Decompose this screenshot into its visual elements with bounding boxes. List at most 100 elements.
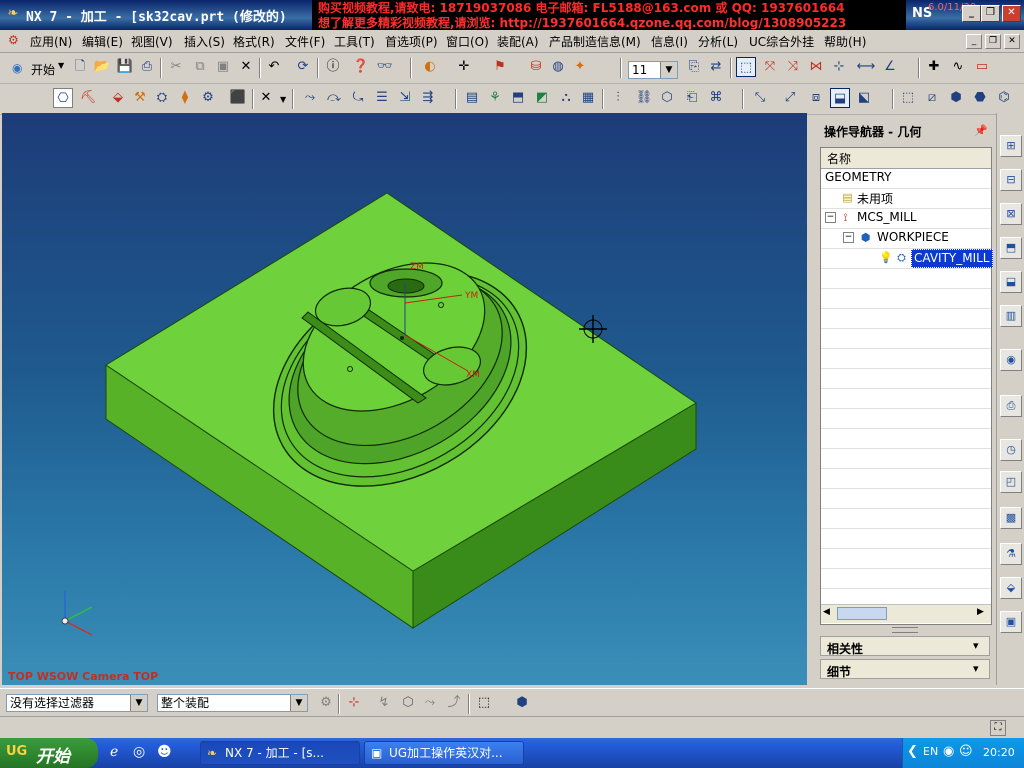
- navigator-tree[interactable]: 名称 GEOMETRY ▤ 未用项 − ⟟ MCS_MILL − ⬢ WORKP…: [820, 147, 993, 625]
- list-toolpath-icon[interactable]: ☰: [372, 88, 392, 108]
- fit-window-icon[interactable]: ⛶: [990, 720, 1006, 736]
- glasses-icon[interactable]: 👓: [375, 57, 395, 77]
- menu-information[interactable]: 信息(I): [651, 33, 688, 50]
- menu-view[interactable]: 视图(V): [131, 33, 173, 50]
- replay-toolpath-icon[interactable]: ⤼: [324, 88, 344, 108]
- selection-scope-select[interactable]: 整个装配 ▼: [157, 694, 308, 712]
- menu-app-icon[interactable]: ⚙: [8, 33, 19, 47]
- tree-row-unused[interactable]: ▤ 未用项: [821, 188, 991, 209]
- menu-help[interactable]: 帮助(H): [824, 33, 866, 50]
- print-icon[interactable]: ⎙: [137, 57, 157, 77]
- select-curve-icon[interactable]: ⤳: [420, 693, 440, 713]
- rectangle-select-icon[interactable]: ⬚: [474, 693, 494, 713]
- part-model[interactable]: ZM YM XM: [2, 113, 807, 685]
- visualization-icon[interactable]: ▩: [1000, 507, 1022, 529]
- start-button[interactable]: UG 开始: [0, 738, 98, 768]
- display-palette-icon[interactable]: ▣: [1000, 611, 1022, 633]
- work-layer-select[interactable]: 11 ▼: [628, 61, 678, 79]
- feeds-icon[interactable]: ⛬: [556, 88, 576, 108]
- constraint-navigator-icon[interactable]: ⊟: [1000, 169, 1022, 191]
- shop-doc-icon[interactable]: ▤: [462, 88, 482, 108]
- select-feature-icon[interactable]: ⊹: [344, 693, 364, 713]
- create-tool-icon[interactable]: ⛏: [78, 88, 98, 108]
- menu-uc-plugin[interactable]: UC综合外挂: [749, 33, 814, 50]
- spline-icon[interactable]: ∿: [948, 57, 968, 77]
- roles-icon[interactable]: ⚗: [1000, 543, 1022, 565]
- delete-icon[interactable]: ✕: [236, 57, 256, 77]
- wcs-icon[interactable]: ⚑: [490, 57, 510, 77]
- menu-assembly[interactable]: 装配(A): [497, 33, 539, 50]
- collapse-toggle-icon[interactable]: −: [843, 232, 854, 243]
- tool-library-icon[interactable]: ⚘: [485, 88, 505, 108]
- shaded-edges-icon[interactable]: ⬢: [946, 88, 966, 108]
- clock-icon[interactable]: ◷: [1000, 439, 1022, 461]
- tool-display-icon[interactable]: ⬓: [830, 88, 850, 108]
- history-icon[interactable]: ⎙: [1000, 395, 1022, 417]
- chevron-down-icon[interactable]: ▼: [290, 695, 307, 711]
- process-studio-icon[interactable]: ⬙: [1000, 577, 1022, 599]
- menu-insert[interactable]: 插入(S): [184, 33, 225, 50]
- postprocess-icon[interactable]: ⇲: [395, 88, 415, 108]
- scroll-left-icon[interactable]: ◀: [823, 607, 830, 617]
- reuse-library-icon[interactable]: ⬒: [1000, 237, 1022, 259]
- save-icon[interactable]: 💾: [115, 57, 135, 77]
- color-palette-icon[interactable]: ◐: [420, 57, 440, 77]
- nx-app-icon[interactable]: ❧: [5, 6, 21, 22]
- clock[interactable]: 20:20: [983, 746, 1015, 759]
- shaded-icon[interactable]: ◍: [548, 57, 568, 77]
- select-body-icon[interactable]: ⬡: [398, 693, 418, 713]
- cut-icon[interactable]: ✂: [166, 57, 186, 77]
- operation-navigator-icon[interactable]: ▥: [1000, 305, 1022, 327]
- delete-operation-icon[interactable]: ✕: [256, 88, 276, 108]
- transform-icon[interactable]: ⤡: [750, 88, 770, 108]
- layer-copy-icon[interactable]: ⇄: [706, 57, 726, 77]
- minimize-button[interactable]: _: [962, 5, 981, 22]
- tree-row-mcs-mill[interactable]: − ⟟ MCS_MILL: [821, 208, 991, 229]
- create-method-icon[interactable]: ⚒: [130, 88, 150, 108]
- chevron-down-icon[interactable]: ▾: [973, 639, 979, 652]
- copy-icon[interactable]: ⧉: [190, 57, 210, 77]
- point-icon[interactable]: ✚: [924, 57, 944, 77]
- view-geometry-icon[interactable]: ⬡: [657, 88, 677, 108]
- view-method-icon[interactable]: ⎗: [682, 88, 702, 108]
- menu-analysis[interactable]: 分析(L): [698, 33, 738, 50]
- selection-mode-icon[interactable]: ⬚: [736, 57, 756, 77]
- output-cls-icon[interactable]: ⇶: [418, 88, 438, 108]
- chevron-down-icon[interactable]: ▼: [280, 95, 286, 104]
- part-navigator-icon[interactable]: ⊠: [1000, 203, 1022, 225]
- rectangle-icon[interactable]: ▭: [972, 57, 992, 77]
- view-program-order-icon[interactable]: ⫶: [608, 88, 628, 108]
- splitter-grip[interactable]: [892, 627, 918, 633]
- scroll-right-icon[interactable]: ▶: [977, 607, 984, 617]
- close-button[interactable]: ✕: [1002, 5, 1021, 22]
- generate-toolpath-icon[interactable]: ⤳: [300, 88, 320, 108]
- paste-icon[interactable]: ▣: [213, 57, 233, 77]
- system-materials-icon[interactable]: ◰: [1000, 471, 1022, 493]
- program-order-icon[interactable]: ⧫: [175, 88, 195, 108]
- mdi-close-button[interactable]: ✕: [1004, 34, 1020, 49]
- cube-icon[interactable]: ⬛: [228, 88, 248, 108]
- menu-tools[interactable]: 工具(T): [334, 33, 375, 50]
- select-edge-icon[interactable]: ⤴: [444, 693, 464, 713]
- help-icon[interactable]: ❓: [351, 57, 371, 77]
- collapse-toggle-icon[interactable]: −: [825, 212, 836, 223]
- snap-midpoint-icon[interactable]: ⤨: [783, 57, 803, 77]
- verify-toolpath-icon[interactable]: ⤿: [348, 88, 368, 108]
- path-display-icon[interactable]: ⬕: [854, 88, 874, 108]
- fixture-icon[interactable]: ⬒: [508, 88, 528, 108]
- static-wireframe-icon[interactable]: ⧄: [922, 88, 942, 108]
- create-geometry-icon[interactable]: ⬙: [108, 88, 128, 108]
- info-icon[interactable]: ⓘ: [323, 57, 343, 77]
- snap-point-icon[interactable]: ✛: [454, 57, 474, 77]
- feature-icon[interactable]: ⌬: [994, 88, 1014, 108]
- general-selection-filter-icon[interactable]: ⚙: [316, 693, 336, 713]
- web-browser-icon[interactable]: ◉: [1000, 349, 1022, 371]
- measure-distance-icon[interactable]: ⟷: [856, 57, 876, 77]
- measure-angle-icon[interactable]: ∠: [880, 57, 900, 77]
- menu-pmi[interactable]: 产品制造信息(M): [549, 33, 641, 50]
- menu-file[interactable]: 文件(F): [285, 33, 325, 50]
- pin-icon[interactable]: 📌: [974, 124, 988, 137]
- type-filter-select[interactable]: 没有选择过滤器 ▼: [6, 694, 148, 712]
- ipw-display-icon[interactable]: ⧈: [806, 88, 826, 108]
- menu-window[interactable]: 窗口(O): [446, 33, 489, 50]
